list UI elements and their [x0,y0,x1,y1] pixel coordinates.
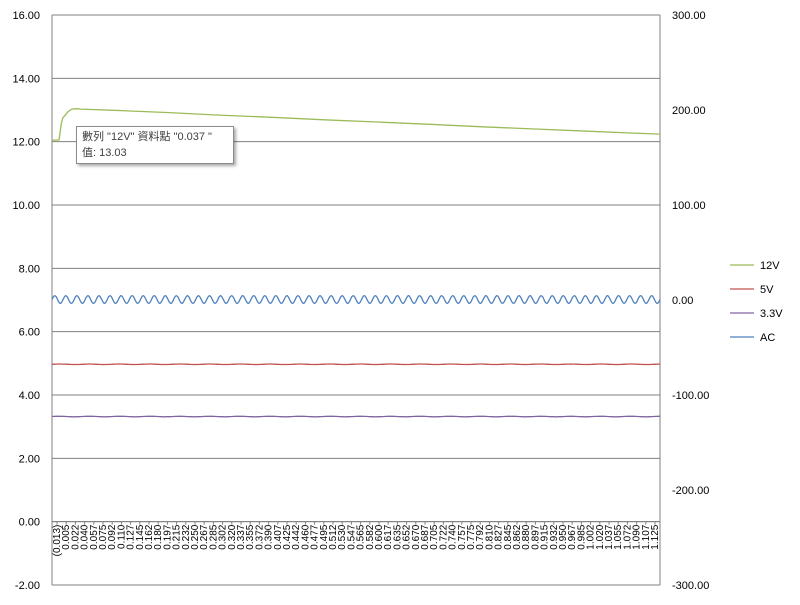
y-left-tick-label: 4.00 [19,390,40,402]
y-left-tick-label: 8.00 [19,263,40,275]
tooltip-value-line: 值: 13.03 [82,147,127,159]
y-left-tick-label: 14.00 [12,73,40,85]
x-tick-label: 1.125 [650,524,661,549]
legend: 12V 5V 3.3V AC [730,260,783,344]
chart-area: -2.00 0.00 2.00 4.00 6.00 8.00 10.00 12.00 14.00… [0,0,800,600]
legend-label: 5V [760,284,774,296]
line-chart: -2.00 0.00 2.00 4.00 6.00 8.00 10.00 12.00 14.00… [12,10,783,592]
series-line-ac [51,294,661,304]
y-right-tick-label: 200.00 [672,105,706,117]
series-line-5v [51,363,661,366]
y-right-tick-label: -300.00 [672,580,709,592]
y-right-tick-label: 0.00 [672,295,693,307]
y-right-tick-label: -100.00 [672,390,709,402]
y-right-tick-label: -200.00 [672,485,709,497]
y-left-tick-label: 12.00 [12,137,40,149]
y-right-tick-label: 300.00 [672,10,706,22]
legend-label: 12V [760,260,780,272]
y-left-tick-label: 16.00 [12,10,40,22]
y-left-tick-label: 2.00 [19,453,40,465]
legend-label: 3.3V [760,308,783,320]
legend-label: AC [760,332,775,344]
y-left-tick-label: 0.00 [19,517,40,529]
data-point-tooltip: 數列 "12V" 資料點 "0.037 " 值: 13.03 [76,126,234,164]
y-left-tick-label: -2.00 [15,580,40,592]
tooltip-series-line: 數列 "12V" 資料點 "0.037 " [82,131,212,143]
series-line-33v [51,415,660,418]
y-left-tick-label: 10.00 [12,200,40,212]
y-right-tick-label: 100.00 [672,200,706,212]
y-left-tick-label: 6.00 [19,327,40,339]
